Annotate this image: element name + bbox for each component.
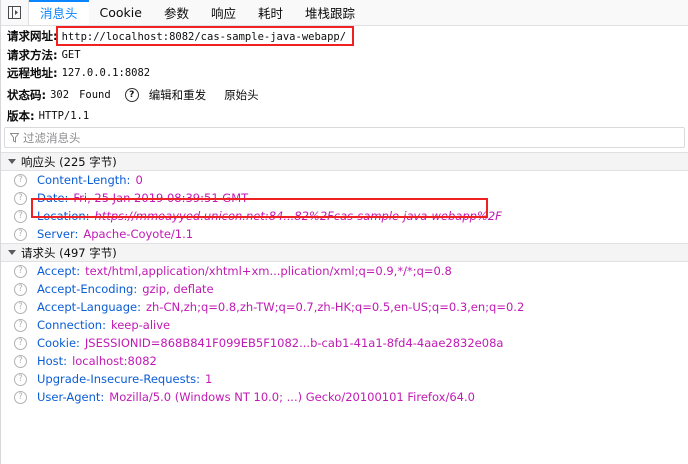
header-row[interactable]: ? Accept: text/html,application/xhtml+xm..…	[1, 262, 688, 280]
remote-address-label: 远程地址:	[7, 66, 58, 81]
request-url-value[interactable]: http://localhost:8082/cas-sample-java-we…	[62, 31, 346, 43]
raw-headers-button[interactable]: 原始头	[224, 87, 259, 103]
question-circle-icon[interactable]: ?	[14, 372, 27, 386]
details-tab-bar: 消息头 Cookie 参数 响应 耗时 堆栈跟踪	[1, 0, 688, 26]
request-headers-toggle[interactable]: 请求头 (497 字节)	[1, 243, 688, 262]
response-headers-toggle[interactable]: 响应头 (225 字节)	[1, 152, 688, 171]
request-headers-list: ? Accept: text/html,application/xhtml+xm..…	[1, 262, 688, 406]
header-row[interactable]: ? Cookie: JSESSIONID=868B841F099EB5F1082..…	[1, 334, 688, 352]
tab-params[interactable]: 参数	[153, 0, 200, 25]
header-name: Connection:	[37, 318, 106, 332]
header-name: Upgrade-Insecure-Requests:	[37, 372, 200, 386]
status-code-label: 状态码:	[7, 87, 47, 102]
header-name: Host:	[37, 354, 68, 368]
header-name: Cookie:	[37, 336, 80, 350]
tab-timings[interactable]: 耗时	[247, 0, 294, 25]
request-summary: 请求网址: http://localhost:8082/cas-sample-j…	[1, 26, 688, 125]
request-method-row: 请求方法: GET	[7, 46, 688, 65]
header-value: text/html,application/xhtml+xm...plicati…	[85, 264, 452, 278]
twisty-icon	[8, 159, 16, 164]
question-circle-icon[interactable]: ?	[14, 227, 27, 241]
tab-headers[interactable]: 消息头	[29, 0, 89, 25]
header-value: localhost:8082	[72, 354, 157, 368]
request-url-row: 请求网址: http://localhost:8082/cas-sample-j…	[7, 26, 688, 47]
question-circle-icon[interactable]: ?	[14, 336, 27, 350]
header-name: User-Agent:	[37, 390, 105, 404]
remote-address-value: 127.0.0.1:8082	[61, 67, 151, 80]
status-text: Found	[79, 88, 111, 101]
response-headers-title: 响应头 (225 字节)	[21, 154, 117, 169]
header-value: keep-alive	[110, 318, 171, 332]
version-label: 版本:	[7, 108, 35, 123]
header-name: Server:	[37, 227, 79, 241]
filter-placeholder: 过滤消息头	[23, 130, 81, 145]
header-value: 0	[135, 173, 143, 187]
tab-cookies[interactable]: Cookie	[89, 0, 153, 25]
question-circle-icon[interactable]: ?	[14, 318, 27, 332]
edit-resend-button[interactable]: 编辑和重发	[149, 87, 207, 103]
header-value: zh-CN,zh;q=0.8,zh-TW;q=0.7,zh-HK;q=0.5,e…	[145, 300, 525, 314]
filter-headers-input[interactable]: 过滤消息头	[4, 127, 685, 148]
request-method-value: GET	[61, 48, 81, 61]
tab-response[interactable]: 响应	[200, 0, 247, 25]
request-url-label: 请求网址:	[7, 29, 58, 44]
status-row: 状态码: 302 Found ? 编辑和重发 原始头	[7, 83, 688, 107]
header-name: Accept:	[37, 264, 81, 278]
funnel-icon	[10, 132, 19, 143]
header-row[interactable]: ? Server: Apache-Coyote/1.1	[1, 225, 688, 243]
twisty-icon	[8, 250, 16, 255]
header-value: 1	[204, 372, 213, 386]
question-circle-icon[interactable]: ?	[14, 209, 27, 223]
header-row[interactable]: ? Accept-Language: zh-CN,zh;q=0.8,zh-TW;q=…	[1, 298, 688, 316]
header-row[interactable]: ? Accept-Encoding: gzip, deflate	[1, 280, 688, 298]
header-value: JSESSIONID=868B841F099EB5F1082...b-cab1-…	[84, 336, 504, 350]
question-circle-icon[interactable]: ?	[14, 191, 27, 205]
header-name: Accept-Language:	[37, 300, 141, 314]
question-circle-icon[interactable]: ?	[14, 173, 27, 187]
request-url-highlight: http://localhost:8082/cas-sample-java-we…	[55, 26, 355, 47]
question-circle-icon[interactable]: ?	[14, 264, 27, 278]
request-headers-title: 请求头 (497 字节)	[21, 245, 117, 260]
version-value: HTTP/1.1	[38, 109, 90, 122]
header-row[interactable]: ? Upgrade-Insecure-Requests: 1	[1, 370, 688, 388]
header-name: Content-Length:	[37, 173, 131, 187]
question-circle-icon[interactable]: ?	[14, 390, 27, 404]
remote-address-row: 远程地址: 127.0.0.1:8082	[7, 64, 688, 83]
sidebar-toggle-icon[interactable]	[1, 0, 29, 25]
question-circle-icon[interactable]: ?	[124, 87, 139, 102]
header-row[interactable]: ? User-Agent: Mozilla/5.0 (Windows NT 10.0…	[1, 388, 688, 406]
request-method-label: 请求方法:	[7, 47, 58, 62]
version-row: 版本: HTTP/1.1	[7, 107, 688, 126]
header-name: Accept-Encoding:	[37, 282, 138, 296]
header-row[interactable]: ? Connection: keep-alive	[1, 316, 688, 334]
question-circle-icon[interactable]: ?	[14, 282, 27, 296]
location-highlight-box	[31, 198, 488, 218]
status-code-value: 302	[50, 88, 70, 101]
header-row[interactable]: ? Content-Length: 0	[1, 171, 688, 189]
header-row[interactable]: ? Host: localhost:8082	[1, 352, 688, 370]
header-value: Mozilla/5.0 (Windows NT 10.0; ...) Gecko…	[109, 390, 475, 404]
header-value: gzip, deflate	[142, 282, 214, 296]
header-value: Apache-Coyote/1.1	[83, 227, 194, 241]
question-circle-icon[interactable]: ?	[14, 354, 27, 368]
question-circle-icon[interactable]: ?	[14, 300, 27, 314]
tab-stack-trace[interactable]: 堆栈跟踪	[294, 0, 366, 25]
